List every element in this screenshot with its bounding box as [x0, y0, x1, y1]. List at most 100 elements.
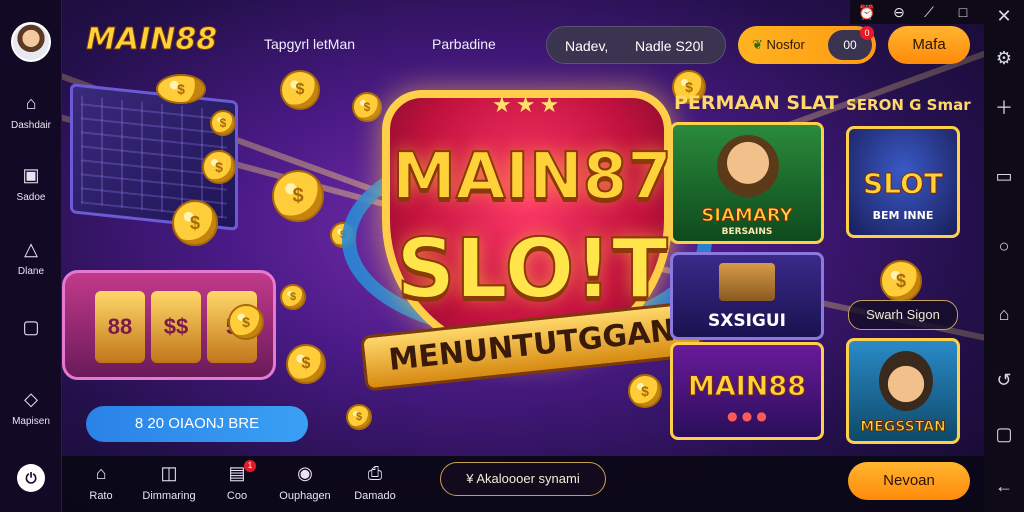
tab-home[interactable]: ⌂ Rato: [66, 462, 136, 502]
game-card[interactable]: SIAMARY BERSAINS: [670, 122, 824, 244]
game-card[interactable]: SLOT BEM INNE: [846, 126, 960, 238]
home-icon: ⌂: [95, 463, 107, 483]
chest-icon: [719, 263, 775, 301]
tab-label: Coo: [226, 490, 248, 502]
coin-icon: $: [280, 284, 306, 310]
sidebar-item-chat[interactable]: ▢: [0, 316, 62, 344]
coin-icon: $: [172, 200, 218, 246]
home-icon: ⌂: [25, 93, 37, 113]
avatar[interactable]: [11, 22, 51, 62]
gift-icon: ◇: [24, 389, 38, 409]
screenshot-icon[interactable]: ▢: [992, 422, 1016, 446]
notification-badge: 1: [244, 460, 256, 472]
section-title: SERON G Smar: [846, 96, 971, 114]
coin-icon: $: [156, 74, 206, 104]
sidebar-item-label: Dlane: [17, 266, 45, 277]
home-icon[interactable]: ⌂: [992, 302, 1016, 326]
coin-icon: $: [272, 170, 324, 222]
game-card-title: SXSIGUI: [707, 311, 786, 331]
system-tray: ⏰ ⊖ ⟋ □: [850, 0, 984, 24]
sidebar-item-screen[interactable]: ▣ Sadoe: [0, 164, 62, 203]
nav-link[interactable]: Tapgyrl letMan: [264, 36, 355, 52]
sidebar-item-label: Mapisen: [12, 416, 50, 427]
game-card[interactable]: MEGSSTAN: [846, 338, 960, 444]
sidebar-item-label: Dashdair: [10, 120, 52, 131]
coin-icon: $: [202, 150, 236, 184]
game-card-title: SIAMARY: [701, 205, 793, 227]
fruit-icons: ● ● ●: [727, 409, 767, 423]
coin-icon: $: [352, 92, 382, 122]
rotate-icon[interactable]: ↺: [992, 368, 1016, 392]
reel: $$: [151, 291, 201, 363]
sidebar-item-dashboard[interactable]: ⌂ Dashdair: [0, 92, 62, 131]
screen-icon: ▣: [22, 165, 40, 185]
android-nav-bar: ✕ ⚙ ＋ ▭ ○ ⌂ ↺ ▢ ←: [984, 0, 1024, 512]
hero-title-line1: MAIN87: [391, 139, 673, 215]
sidebar-item-promo[interactable]: ◇ Mapisen: [0, 388, 62, 427]
chat-icon: ▢: [22, 317, 40, 337]
plus-icon[interactable]: ＋: [992, 96, 1016, 120]
game-tag-pill[interactable]: Swarh Sigon: [848, 300, 958, 330]
coin-icon: $: [628, 374, 662, 408]
bottom-cta-button[interactable]: Nevoan: [848, 462, 970, 500]
game-card-subtitle: BERSAINS: [721, 227, 773, 237]
promo-button[interactable]: 8 20 OIAONJ BRE: [86, 406, 308, 442]
wallet-label: ❦ Nosfor: [752, 37, 805, 53]
section-title: PERMAAN SLAT: [674, 92, 839, 114]
triangle-icon: △: [24, 239, 38, 259]
tab-label: Damado: [354, 490, 396, 502]
tab-profile[interactable]: ◉ Ouphagen: [270, 462, 340, 502]
game-card-title: SLOT: [863, 167, 944, 201]
game-card[interactable]: MAIN88 ● ● ●: [670, 342, 824, 440]
tab-label: Dimmaring: [142, 490, 196, 502]
tab-label: Rato: [89, 490, 113, 502]
pen-icon[interactable]: ⟋: [920, 3, 938, 21]
close-icon[interactable]: ✕: [992, 4, 1016, 28]
leaf-icon: ❦: [752, 37, 763, 52]
tab-label: Ouphagen: [279, 490, 331, 502]
game-character-art: [879, 351, 933, 411]
window-icon[interactable]: □: [954, 3, 972, 21]
message-icon: ◫: [160, 463, 178, 483]
search-bar[interactable]: Nadev, Nadle S20l: [546, 26, 726, 64]
coin-icon: $: [210, 110, 236, 136]
game-character-art: [717, 135, 779, 197]
square-icon[interactable]: ▭: [992, 164, 1016, 188]
circle-icon[interactable]: ○: [992, 234, 1016, 258]
user-icon: ◉: [297, 463, 313, 483]
search-left-label: Nadev,: [565, 38, 609, 54]
wallet-label-text: Nosfor: [766, 37, 805, 52]
game-card-title: MEGSSTAN: [860, 419, 947, 436]
search-right-label: Nadle S20l: [635, 38, 704, 54]
power-icon[interactable]: ⏻: [17, 464, 45, 492]
tab-messages[interactable]: ◫ Dimmaring: [134, 462, 204, 502]
stars-decoration: ★★★: [492, 92, 564, 117]
notification-badge: 0: [860, 26, 874, 40]
print-icon: ⎙: [367, 463, 383, 483]
game-card[interactable]: SXSIGUI: [670, 252, 824, 340]
reel: 88: [95, 291, 145, 363]
tab-tickets[interactable]: ▤ 1 Coo: [202, 460, 272, 502]
gamepad-icon[interactable]: ⊖: [890, 3, 908, 21]
coin-icon: $: [346, 404, 372, 430]
gear-icon[interactable]: ⚙: [992, 46, 1016, 70]
tab-print[interactable]: ⎙ Damado: [340, 462, 410, 502]
wallet-button[interactable]: ❦ Nosfor 00 0: [738, 26, 876, 64]
back-icon[interactable]: ←: [992, 474, 1016, 498]
left-sidebar: ⌂ Dashdair ▣ Sadoe △ Dlane ▢ ◇ Mapisen ⏻: [0, 0, 62, 512]
coin-icon: $: [228, 304, 264, 340]
app-root: 88 $$ 5 $ $ $ $ $ $ $ $ $ $ $ $ $ $ $ ★★…: [0, 0, 1024, 512]
coin-icon: $: [880, 260, 922, 302]
game-card-subtitle: BEM INNE: [872, 209, 934, 222]
brand-logo[interactable]: MAIN88: [85, 22, 217, 58]
alarm-icon[interactable]: ⏰: [858, 3, 876, 21]
hero-title-line2: SLO!T: [395, 221, 668, 318]
game-card-title: MAIN88: [688, 371, 807, 403]
sidebar-item-label: Sadoe: [16, 192, 46, 203]
sidebar-item-games[interactable]: △ Dlane: [0, 238, 62, 277]
coin-icon: $: [280, 70, 320, 110]
header-cta-button[interactable]: Mafa: [888, 26, 970, 64]
nav-link[interactable]: Parbadine: [432, 36, 496, 52]
coin-icon: $: [286, 344, 326, 384]
announcement-marquee[interactable]: ¥ Akaloooer synami: [440, 462, 606, 496]
